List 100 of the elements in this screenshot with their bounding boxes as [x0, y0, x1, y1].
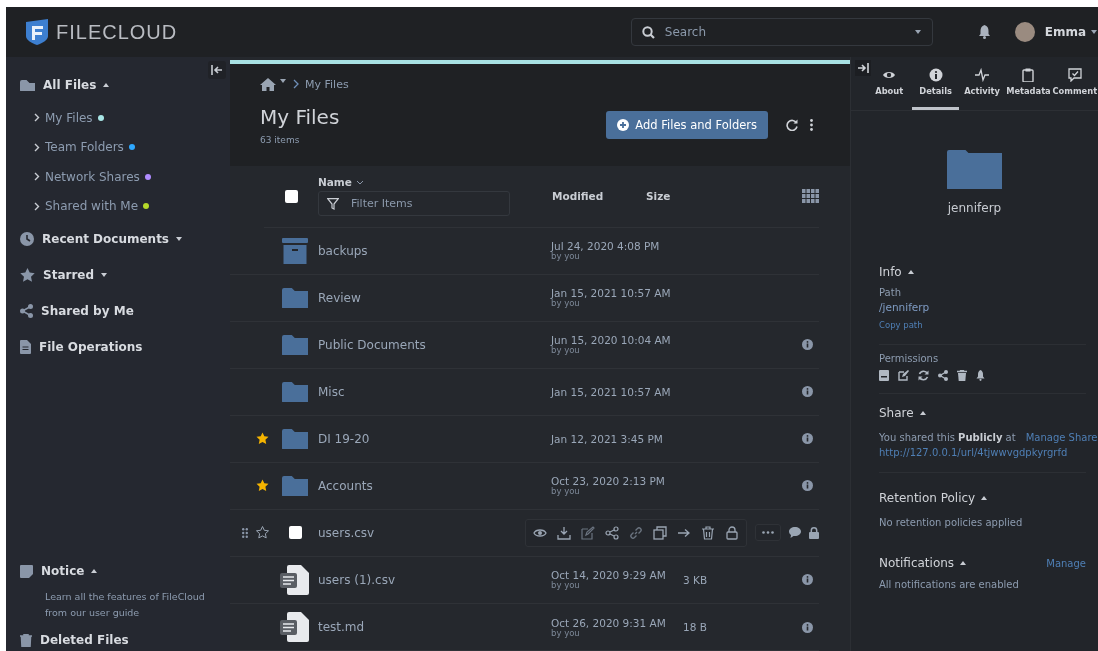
link-button[interactable] — [629, 525, 643, 540]
file-row[interactable]: test.md Oct 26, 2020 9:31 AM by you 18 B — [230, 604, 819, 651]
shield-logo-icon — [26, 19, 48, 45]
info-icon — [801, 621, 813, 633]
sidebar-item[interactable]: Deleted Files — [40, 633, 129, 647]
bell-icon[interactable] — [977, 25, 991, 39]
avatar[interactable] — [1014, 22, 1035, 42]
panel-tab[interactable]: Metadata — [1005, 64, 1052, 110]
info-icon — [928, 68, 943, 82]
star-icon[interactable] — [255, 479, 269, 493]
filter-input[interactable]: Filter Items — [349, 196, 493, 212]
file-name[interactable]: users (1).csv — [318, 572, 395, 587]
edit-icon — [898, 370, 909, 381]
add-files-button[interactable]: Add Files and Folders — [606, 110, 768, 139]
search-input[interactable]: Search — [662, 24, 906, 40]
trash-icon — [20, 633, 32, 647]
sidebar-item[interactable]: All Files — [43, 78, 111, 92]
file-name[interactable]: backups — [318, 243, 368, 258]
edit-button[interactable] — [581, 525, 595, 540]
section-heading[interactable]: Info — [879, 265, 915, 279]
file-row[interactable]: backups Jul 24, 2020 4:08 PM by you — [230, 227, 819, 275]
folder-icon — [282, 287, 308, 309]
section-heading[interactable]: Retention Policy — [879, 491, 989, 505]
file-row[interactable]: Review Jan 15, 2021 10:57 AM by you — [230, 274, 819, 322]
info-icon — [801, 574, 813, 586]
manage-notifications-link[interactable]: Manage — [1046, 556, 1086, 571]
folder-name: jenniferp — [947, 201, 1002, 215]
file-name[interactable]: Accounts — [318, 478, 373, 493]
app-logo-text: FILECLOUD — [56, 20, 178, 44]
share-url-link[interactable]: http://127.0.0.1/url/4tjwwvgdpkyrgrfd — [879, 445, 1086, 460]
modified-date: Jul 24, 2020 4:08 PM — [551, 240, 661, 253]
breadcrumb-link[interactable]: My Files — [305, 77, 349, 91]
drag-handle-icon[interactable] — [241, 527, 248, 538]
panel-tab[interactable]: Comment — [1051, 64, 1098, 110]
panel-tab[interactable]: Details — [912, 64, 959, 110]
grid-view-button[interactable] — [802, 189, 819, 204]
home-menu-button[interactable] — [260, 77, 287, 91]
file-row[interactable]: Misc Jan 15, 2021 10:57 AM — [230, 368, 819, 416]
info-icon — [801, 339, 813, 351]
file-name[interactable]: test.md — [318, 620, 365, 634]
collapse-panel-button[interactable] — [855, 60, 871, 76]
file-name[interactable]: DI 19-20 — [318, 431, 370, 446]
lock-button[interactable] — [725, 525, 739, 540]
item-count: 63 items — [260, 134, 301, 145]
file-row[interactable]: Public Documents Jun 15, 2020 10:04 AM by you — [230, 321, 819, 369]
vertical-dots-icon — [810, 118, 813, 131]
column-header[interactable]: Name — [318, 176, 552, 189]
caret-icon — [1090, 29, 1098, 35]
sidebar-item[interactable]: File Operations — [39, 340, 143, 354]
share-button[interactable] — [605, 525, 619, 540]
column-header[interactable]: Modified — [552, 190, 646, 203]
section-heading[interactable]: Share — [879, 406, 927, 420]
file-size: 3 KB — [683, 573, 708, 586]
star-outline-icon[interactable] — [255, 526, 269, 540]
collapse-sidebar-button[interactable] — [208, 61, 226, 79]
copy-path-link[interactable]: Copy path — [879, 320, 923, 330]
caret-icon — [918, 410, 927, 416]
chevron-right-icon — [293, 79, 299, 90]
file-name[interactable]: users.csv — [318, 525, 375, 540]
sidebar-subitem[interactable]: My Files — [45, 110, 93, 125]
folder-icon — [282, 475, 308, 497]
sidebar-item[interactable]: Shared by Me — [41, 304, 134, 318]
panel-tab[interactable]: About — [866, 64, 913, 110]
notice-text: Learn all the features of FileCloud from our user guide — [44, 590, 206, 620]
notice-heading[interactable]: Notice — [41, 564, 99, 578]
select-all-checkbox[interactable] — [284, 189, 298, 203]
modified-by: by you — [551, 628, 580, 638]
manage-share-link[interactable]: Manage Share — [1025, 430, 1098, 445]
more-actions-button[interactable] — [755, 524, 781, 542]
column-header[interactable]: Size — [646, 190, 802, 203]
link-icon — [629, 525, 643, 540]
file-row[interactable]: DI 19-20 Jan 12, 2021 3:45 PM — [230, 415, 819, 463]
sidebar-item[interactable]: Starred — [43, 268, 109, 282]
search-field[interactable]: Search — [630, 18, 933, 46]
file-name[interactable]: Public Documents — [318, 337, 426, 352]
section-heading[interactable]: Notifications — [879, 556, 968, 570]
modified-by: by you — [551, 299, 581, 309]
star-icon[interactable] — [255, 432, 269, 446]
copy-button[interactable] — [653, 525, 667, 540]
sidebar-item[interactable]: Recent Documents — [42, 232, 183, 246]
file-name[interactable]: Review — [318, 290, 361, 305]
filter-field[interactable]: Filter Items — [318, 191, 510, 217]
modified-date: Jan 12, 2021 3:45 PM — [551, 432, 664, 445]
trash-button[interactable] — [701, 525, 715, 540]
sidebar-subitem[interactable]: Shared with Me — [45, 199, 139, 214]
share-status-text: You shared this Publicly at — [879, 431, 1016, 445]
sidebar-subitem[interactable]: Network Shares — [45, 169, 140, 184]
comment-icon[interactable] — [789, 527, 801, 539]
file-name[interactable]: Misc — [318, 384, 345, 399]
file-row[interactable]: Accounts Oct 23, 2020 2:13 PM by you — [230, 462, 819, 510]
user-menu[interactable]: Emma — [1044, 25, 1098, 39]
lock-icon[interactable] — [809, 526, 819, 539]
panel-tab[interactable]: Activity — [958, 64, 1006, 110]
sidebar-subitem[interactable]: Team Folders — [45, 140, 124, 155]
file-row[interactable]: users (1).csv Oct 14, 2020 9:29 AM by you 3 KB — [230, 556, 819, 604]
row-checkbox[interactable] — [288, 526, 302, 540]
download-icon — [557, 525, 571, 540]
permissions-label: Permissions — [879, 353, 940, 364]
chevron-right-icon — [34, 172, 40, 182]
download-button[interactable] — [557, 525, 571, 540]
